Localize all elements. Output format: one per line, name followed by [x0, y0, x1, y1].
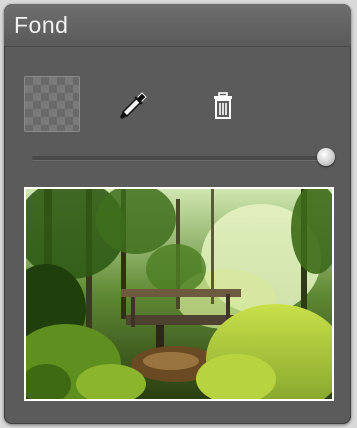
background-panel: Fond — [4, 4, 351, 424]
opacity-slider-thumb[interactable] — [317, 148, 335, 166]
panel-header: Fond — [4, 4, 351, 47]
forest-bridge-photo — [26, 189, 332, 399]
opacity-slider-track[interactable] — [32, 156, 322, 160]
eyedropper-button[interactable] — [116, 89, 150, 123]
delete-button[interactable] — [211, 92, 235, 120]
eyedropper-icon — [120, 92, 147, 119]
opacity-slider-fill — [32, 156, 322, 160]
trash-icon — [214, 92, 232, 119]
background-preview-image[interactable] — [24, 187, 334, 401]
background-color-swatch[interactable] — [24, 76, 80, 132]
panel-title: Fond — [14, 12, 69, 38]
